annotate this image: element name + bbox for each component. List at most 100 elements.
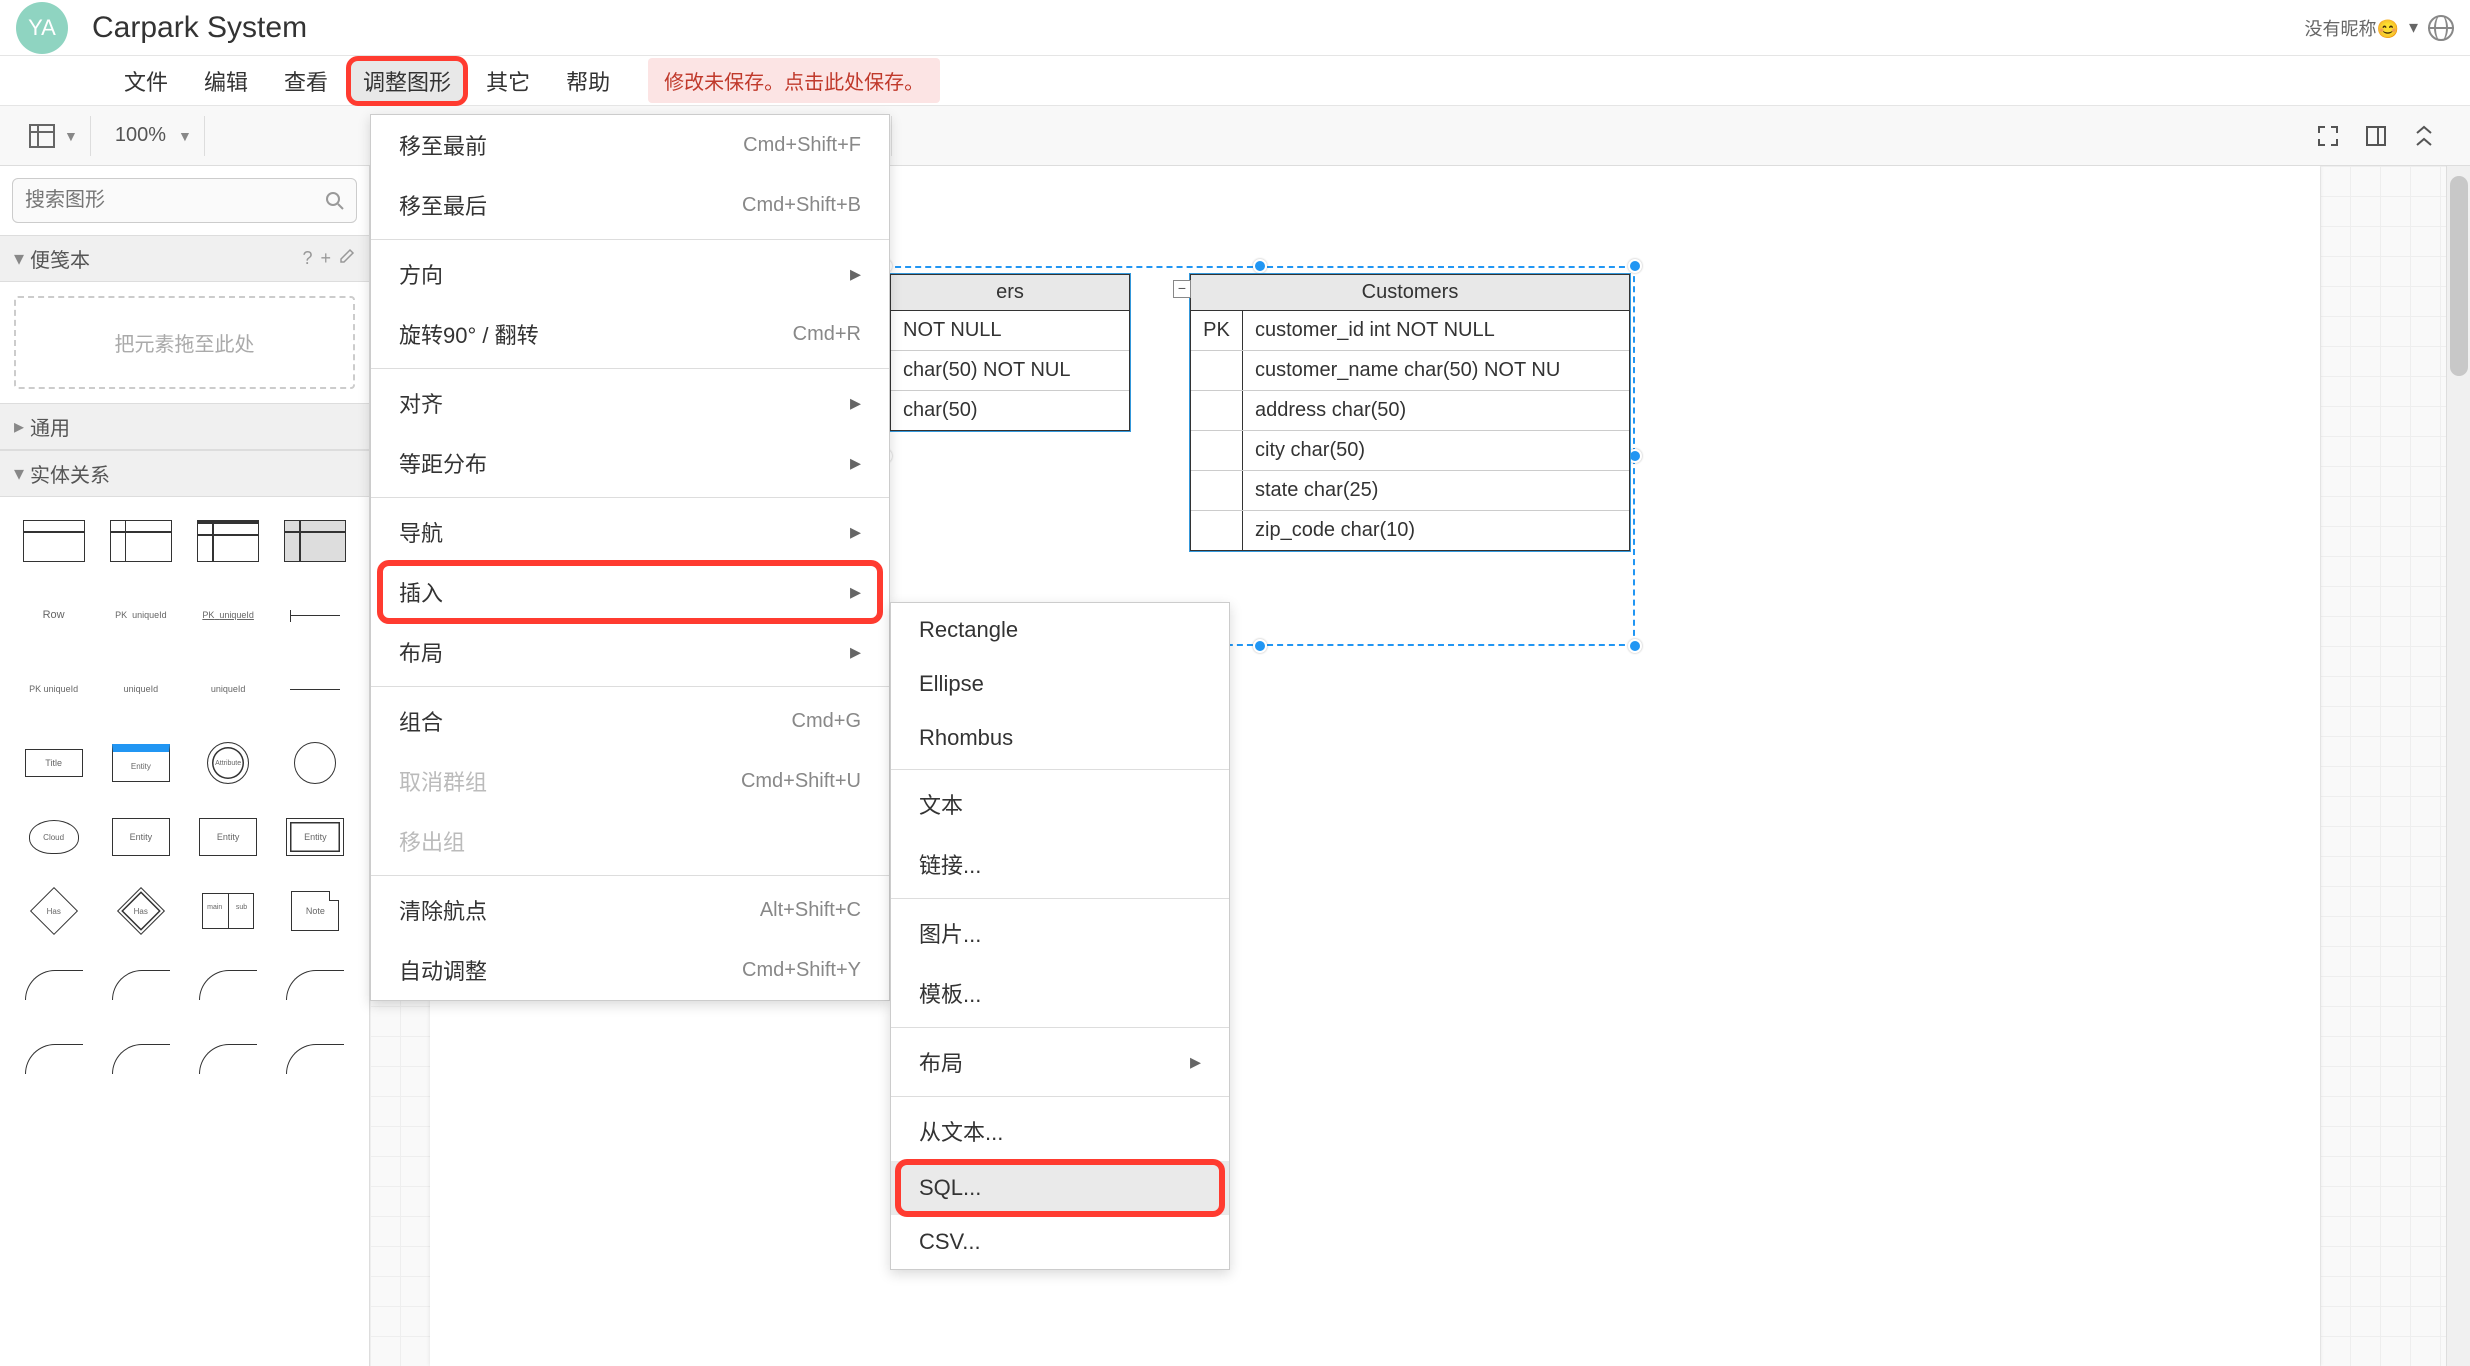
er-table-partial[interactable]: ers NOT NULL char(50) NOT NUL char(50) (890, 274, 1130, 431)
zoom-level[interactable]: 100% (107, 124, 174, 147)
menu-item-[interactable]: 自动调整Cmd+Shift+Y (371, 940, 889, 1000)
menu-item-90[interactable]: 旋转90° / 翻转Cmd+R (371, 304, 889, 364)
shape-uid2[interactable]: uniqueId (189, 659, 268, 719)
shape-curve3[interactable] (189, 955, 268, 1015)
search-input[interactable] (12, 178, 357, 223)
edit-icon[interactable] (339, 248, 355, 269)
menu-edit[interactable]: 编辑 (186, 57, 266, 105)
shape-curve4[interactable] (276, 955, 355, 1015)
table-row[interactable]: PKcustomer_id int NOT NULL (1191, 311, 1629, 351)
search-icon[interactable] (325, 191, 345, 211)
shape-curve8[interactable] (276, 1029, 355, 1089)
er-table-title[interactable]: ers (891, 275, 1129, 311)
menu-item-ellipse[interactable]: Ellipse (891, 657, 1229, 711)
menu-item-sql[interactable]: SQL... (891, 1161, 1229, 1215)
shape-row[interactable]: Row (14, 585, 93, 645)
avatar[interactable]: YA (16, 2, 68, 54)
help-icon[interactable]: ? (302, 248, 312, 269)
user-menu[interactable]: 没有昵称😊 ▾ (2305, 15, 2454, 41)
shape-cloud[interactable]: Cloud (14, 807, 93, 867)
table-row[interactable]: zip_code char(10) (1191, 511, 1629, 550)
shape-divider[interactable] (276, 585, 355, 645)
er-table-customers[interactable]: − Customers PKcustomer_id int NOT NULL c… (1190, 274, 1630, 551)
shape-circle[interactable] (276, 733, 355, 793)
sel-handle[interactable] (1628, 639, 1642, 653)
menu-item-[interactable]: 图片... (891, 903, 1229, 963)
menu-item-csv[interactable]: CSV... (891, 1215, 1229, 1269)
table-row[interactable]: city char(50) (1191, 431, 1629, 471)
menu-item-[interactable]: 移至最前Cmd+Shift+F (371, 115, 889, 175)
vertical-scrollbar[interactable] (2446, 166, 2470, 1366)
sel-handle[interactable] (1628, 449, 1642, 463)
shape-pk-uid2[interactable]: PK uniqueId (14, 659, 93, 719)
shape-pk-uid-u[interactable]: PK uniqueId (189, 585, 268, 645)
menu-item-[interactable]: 布局▸ (891, 1032, 1229, 1092)
save-notice[interactable]: 修改未保存。点击此处保存。 (648, 58, 940, 103)
shape-entity-blue[interactable]: Entity (101, 733, 180, 793)
menu-view[interactable]: 查看 (266, 57, 346, 105)
shape-table-dark[interactable] (276, 511, 355, 571)
shape-pk-uid[interactable]: PK uniqueId (101, 585, 180, 645)
table-row[interactable]: state char(25) (1191, 471, 1629, 511)
scroll-thumb[interactable] (2450, 176, 2468, 376)
shape-curve2[interactable] (101, 955, 180, 1015)
layout-panel-icon[interactable] (24, 118, 60, 154)
section-notepad[interactable]: ▾ 便笺本 ? + (0, 235, 369, 282)
shape-mainsub[interactable]: mainsub (189, 881, 268, 941)
shape-conn[interactable] (276, 659, 355, 719)
fullscreen-icon[interactable] (2310, 118, 2346, 154)
sel-handle[interactable] (1253, 259, 1267, 273)
table-row[interactable]: NOT NULL (891, 311, 1129, 351)
add-shape-icon[interactable]: + (320, 248, 331, 269)
menu-arrange[interactable]: 调整图形 (346, 56, 468, 106)
globe-icon[interactable] (2428, 15, 2454, 41)
zoom-caret-icon[interactable]: ▼ (178, 128, 192, 144)
shape-curve1[interactable] (14, 955, 93, 1015)
menu-item-rectangle[interactable]: Rectangle (891, 603, 1229, 657)
menu-item-[interactable]: 模板... (891, 963, 1229, 1023)
menu-file[interactable]: 文件 (106, 57, 186, 105)
table-row[interactable]: address char(50) (1191, 391, 1629, 431)
menu-item-[interactable]: 布局▸ (371, 622, 889, 682)
shape-entity3[interactable]: Entity (276, 807, 355, 867)
shape-note[interactable]: Note (276, 881, 355, 941)
shape-title-box[interactable]: Title (14, 733, 93, 793)
menu-item-[interactable]: 导航▸ (371, 502, 889, 562)
menu-item-[interactable]: 组合Cmd+G (371, 691, 889, 751)
shape-table-simple[interactable] (14, 511, 93, 571)
sel-handle[interactable] (1628, 259, 1642, 273)
shape-dropzone[interactable]: 把元素拖至此处 (14, 296, 355, 389)
menu-other[interactable]: 其它 (468, 57, 548, 105)
menu-help[interactable]: 帮助 (548, 57, 628, 105)
collapse-icon[interactable]: − (1173, 280, 1191, 298)
collapse-panels-icon[interactable] (2406, 118, 2442, 154)
menu-item-[interactable]: 清除航点Alt+Shift+C (371, 880, 889, 940)
shape-table-header[interactable] (189, 511, 268, 571)
shape-entity1[interactable]: Entity (101, 807, 180, 867)
er-table-title[interactable]: − Customers (1191, 275, 1629, 311)
menu-item-[interactable]: 等距分布▸ (371, 433, 889, 493)
shape-table-cols[interactable] (101, 511, 180, 571)
menu-item-[interactable]: 移至最后Cmd+Shift+B (371, 175, 889, 235)
section-er[interactable]: ▾ 实体关系 (0, 450, 369, 497)
menu-item-[interactable]: 方向▸ (371, 244, 889, 304)
menu-item-[interactable]: 插入▸ (371, 562, 889, 622)
shape-entity2[interactable]: Entity (189, 807, 268, 867)
shape-curve7[interactable] (189, 1029, 268, 1089)
table-row[interactable]: customer_name char(50) NOT NU (1191, 351, 1629, 391)
menu-item-[interactable]: 链接... (891, 834, 1229, 894)
table-row[interactable]: char(50) NOT NUL (891, 351, 1129, 391)
sel-handle[interactable] (1253, 639, 1267, 653)
shape-has1[interactable]: Has (14, 881, 93, 941)
menu-item-[interactable]: 从文本... (891, 1101, 1229, 1161)
shape-has2[interactable]: Has (101, 881, 180, 941)
section-general[interactable]: ▸ 通用 (0, 403, 369, 450)
menu-item-[interactable]: 文本 (891, 774, 1229, 834)
format-panel-icon[interactable] (2358, 118, 2394, 154)
table-row[interactable]: char(50) (891, 391, 1129, 430)
shape-uid[interactable]: uniqueId (101, 659, 180, 719)
shape-curve5[interactable] (14, 1029, 93, 1089)
shape-attribute[interactable]: Attribute (189, 733, 268, 793)
menu-item-rhombus[interactable]: Rhombus (891, 711, 1229, 765)
menu-item-[interactable]: 对齐▸ (371, 373, 889, 433)
